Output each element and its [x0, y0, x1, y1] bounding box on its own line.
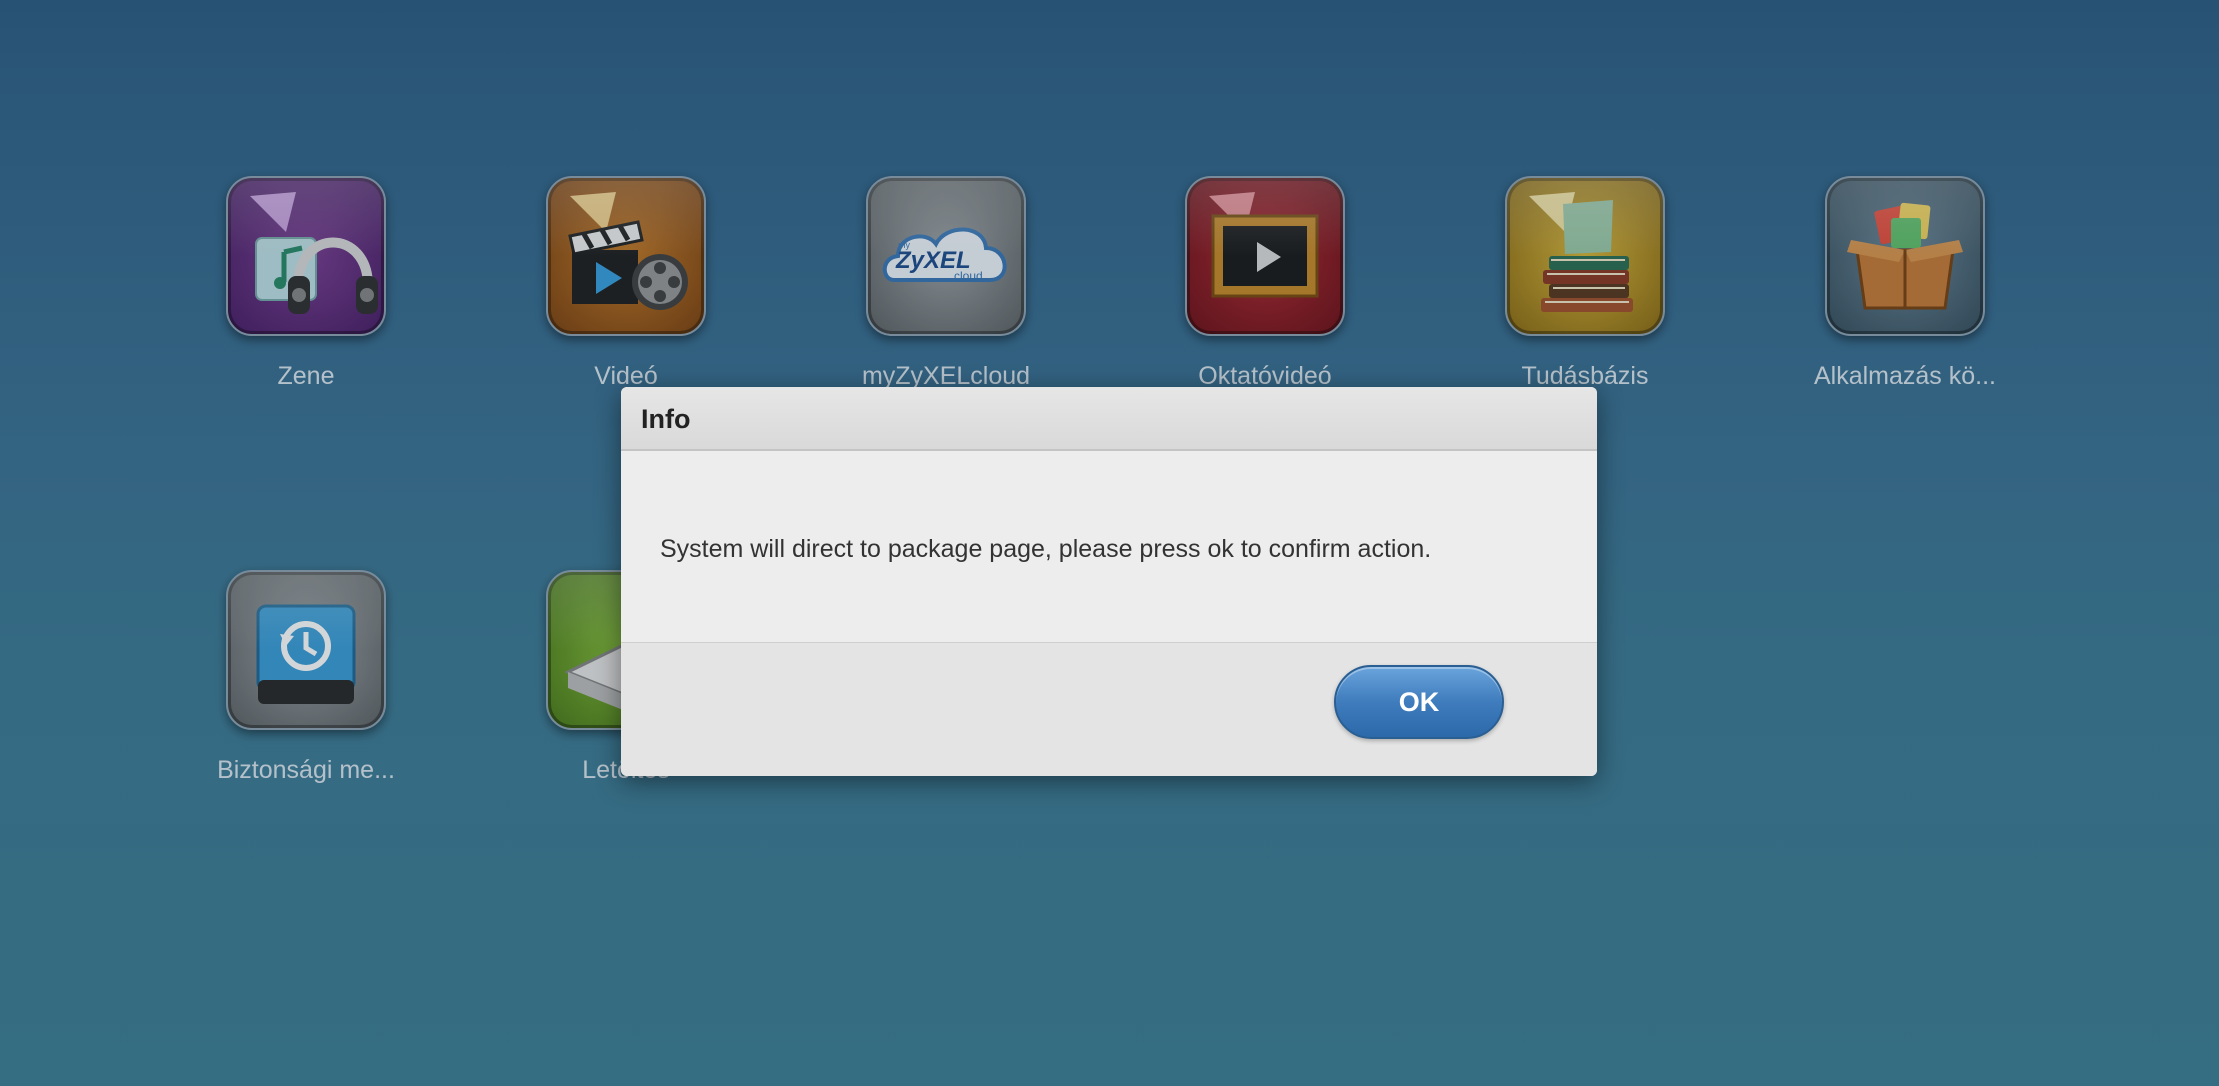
ok-button[interactable]: OK — [1334, 665, 1504, 739]
dialog-title: Info — [641, 404, 691, 434]
info-dialog: Info System will direct to package page,… — [621, 387, 1597, 776]
dialog-body: System will direct to package page, plea… — [621, 451, 1597, 643]
dialog-footer: OK — [621, 643, 1597, 776]
dialog-message: System will direct to package page, plea… — [660, 535, 1432, 563]
dialog-header: Info — [621, 387, 1597, 451]
